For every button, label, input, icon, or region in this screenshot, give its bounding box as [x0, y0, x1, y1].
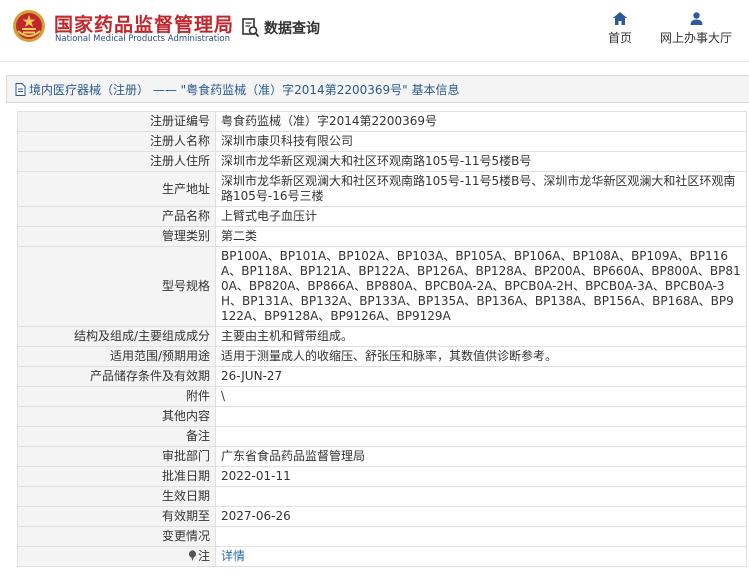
document-icon — [15, 82, 26, 96]
table-row: 其他内容 — [17, 406, 747, 427]
nav-online-office-label: 网上办事大厅 — [659, 31, 732, 45]
field-value: BP100A、BP101A、BP102A、BP103A、BP105A、BP106… — [215, 246, 747, 327]
table-row: 批准日期 2022-01-11 — [17, 466, 747, 487]
table-row: 注 详情 — [17, 546, 747, 567]
field-label: 备注 — [17, 426, 216, 447]
field-label: 审批部门 — [17, 446, 216, 467]
note-label: 注 — [197, 549, 210, 563]
table-row: 有效期至 2027-06-26 — [17, 506, 747, 527]
field-label: 结构及组成/主要组成成分 — [17, 326, 216, 347]
table-row: 备注 — [17, 426, 747, 447]
field-label: 变更情况 — [17, 526, 216, 547]
nav-online-office[interactable]: 网上办事大厅 — [657, 12, 735, 46]
table-row: 管理类别 第二类 — [17, 226, 747, 247]
field-label: 产品储存条件及有效期 — [17, 366, 216, 387]
logo-title-en: National Medical Products Administration — [55, 34, 230, 44]
table-row: 适用范围/预期用途 适用于测量成人的收缩压、舒张压和脉率，其数值供诊断参考。 — [17, 346, 747, 367]
field-value: 2027-06-26 — [215, 506, 747, 527]
pin-icon — [188, 550, 197, 561]
table-row: 产品名称 上臂式电子血压计 — [17, 206, 747, 227]
table-row: 注册证编号 粤食药监械（准）字2014第2200369号 — [17, 111, 747, 132]
field-value: 粤食药监械（准）字2014第2200369号 — [215, 111, 747, 132]
field-label: 附件 — [17, 386, 216, 407]
nav-home-label: 首页 — [607, 31, 632, 45]
field-label: 生产地址 — [17, 171, 216, 207]
field-value — [215, 486, 747, 507]
table-row: 型号规格 BP100A、BP101A、BP102A、BP103A、BP105A、… — [17, 246, 747, 327]
field-label: 注册证编号 — [17, 111, 216, 132]
table-row: 注册人名称 深圳市康贝科技有限公司 — [17, 131, 747, 152]
page-title: 境内医疗器械（注册） —— "粤食药监械（准）字2014第2200369号" 基… — [29, 82, 460, 97]
field-value: 适用于测量成人的收缩压、舒张压和脉率，其数值供诊断参考。 — [215, 346, 747, 367]
field-label: 管理类别 — [17, 226, 216, 247]
field-value: 深圳市康贝科技有限公司 — [215, 131, 747, 152]
table-row: 结构及组成/主要组成成分 主要由主机和臂带组成。 — [17, 326, 747, 347]
national-emblem-icon — [13, 10, 45, 42]
field-value: 深圳市龙华新区观澜大和社区环观南路105号-11号5楼B号 — [215, 151, 747, 172]
field-value: 主要由主机和臂带组成。 — [215, 326, 747, 347]
field-label: 其他内容 — [17, 406, 216, 427]
table-row: 注册人住所 深圳市龙华新区观澜大和社区环观南路105号-11号5楼B号 — [17, 151, 747, 172]
breadcrumb: 境内医疗器械（注册） —— "粤食药监械（准）字2014第2200369号" 基… — [6, 75, 749, 103]
details-link[interactable]: 详情 — [221, 549, 245, 563]
field-value: \ — [215, 386, 747, 407]
field-value — [215, 526, 747, 547]
field-label: 有效期至 — [17, 506, 216, 527]
field-label: 批准日期 — [17, 466, 216, 487]
field-label: 生效日期 — [17, 486, 216, 507]
field-value: 26-JUN-27 — [215, 366, 747, 387]
field-value: 2022-01-11 — [215, 466, 747, 487]
logo-title-cn: 国家药品监督管理局 — [54, 14, 235, 36]
data-query-link[interactable]: 数据查询 — [242, 18, 320, 38]
data-query-label: 数据查询 — [264, 21, 320, 37]
note-value-cell: 详情 — [215, 546, 747, 567]
field-value: 广东省食品药品监督管理局 — [215, 446, 747, 467]
table-row: 变更情况 — [17, 526, 747, 547]
document-search-icon — [242, 18, 260, 38]
field-label: 适用范围/预期用途 — [17, 346, 216, 367]
nav-home[interactable]: 首页 — [605, 12, 635, 46]
table-row: 附件 \ — [17, 386, 747, 407]
field-value: 第二类 — [215, 226, 747, 247]
table-row: 生效日期 — [17, 486, 747, 507]
field-value — [215, 406, 747, 427]
site-header: 国家药品监督管理局 National Medical Products Admi… — [0, 0, 749, 62]
field-label: 产品名称 — [17, 206, 216, 227]
field-value: 上臂式电子血压计 — [215, 206, 747, 227]
table-row: 审批部门 广东省食品药品监督管理局 — [17, 446, 747, 467]
table-row: 产品储存条件及有效期 26-JUN-27 — [17, 366, 747, 387]
field-value: 深圳市龙华新区观澜大和社区环观南路105号-11号5楼B号、深圳市龙华新区观澜大… — [215, 171, 747, 207]
detail-table: 注册证编号 粤食药监械（准）字2014第2200369号 注册人名称 深圳市康贝… — [17, 111, 747, 567]
note-label-cell: 注 — [17, 546, 216, 567]
field-value — [215, 426, 747, 447]
table-row: 生产地址 深圳市龙华新区观澜大和社区环观南路105号-11号5楼B号、深圳市龙华… — [17, 171, 747, 207]
field-label: 注册人名称 — [17, 131, 216, 152]
detail-table-container: 注册证编号 粤食药监械（准）字2014第2200369号 注册人名称 深圳市康贝… — [17, 111, 747, 567]
user-icon — [690, 12, 702, 25]
home-icon — [613, 12, 627, 25]
field-label: 型号规格 — [17, 246, 216, 327]
field-label: 注册人住所 — [17, 151, 216, 172]
